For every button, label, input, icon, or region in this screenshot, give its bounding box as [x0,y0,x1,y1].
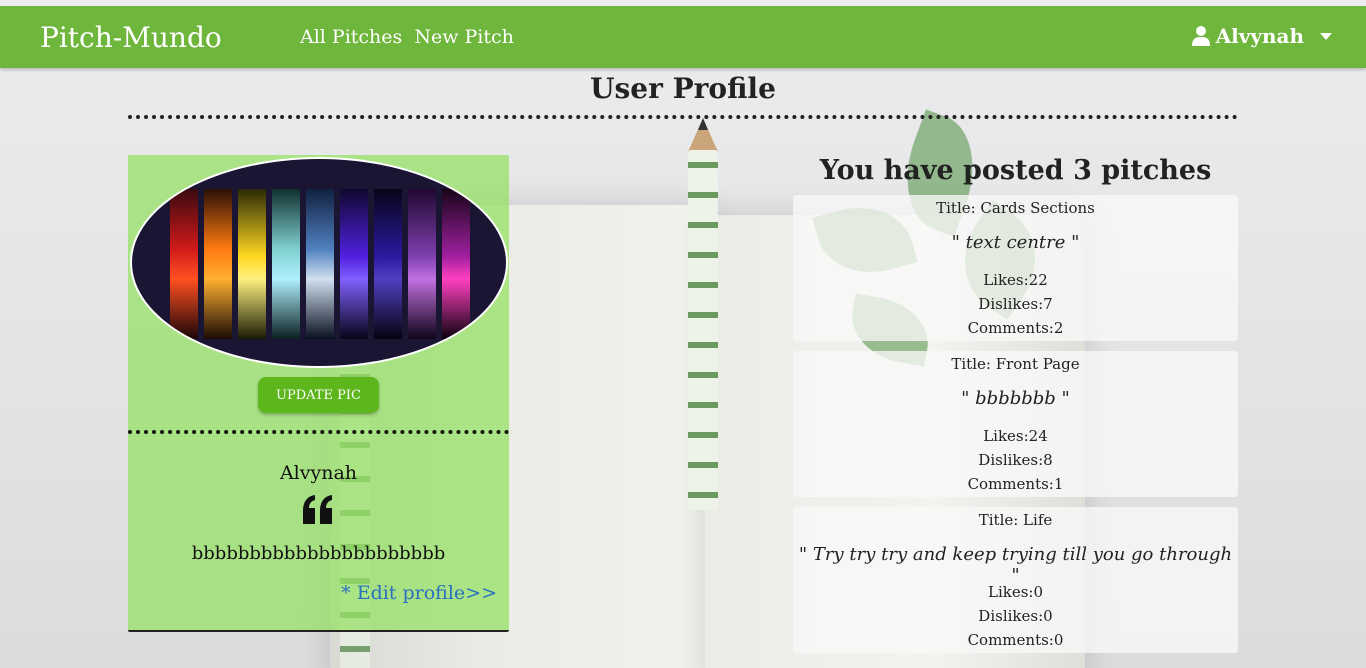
profile-card: UPDATE PIC Alvynah bbbbbbbbbbbbbbbbbbbbb… [128,155,509,632]
pitch-likes: Likes:22 [983,271,1048,289]
brand-logo[interactable]: Pitch-Mundo [40,21,222,54]
card-divider [128,430,509,434]
avatar-stripe [306,189,334,339]
avatar-stripe [442,189,470,339]
pitch-text: " bbbbbbb " [961,388,1070,409]
avatar-stripe [408,189,436,339]
nav-new-pitch[interactable]: New Pitch [414,26,514,48]
chevron-down-icon [1320,32,1332,40]
profile-username: Alvynah [279,462,358,484]
pitch-comments: Comments:0 [967,631,1064,649]
quote-left-icon [303,495,332,524]
user-icon [1191,26,1210,46]
avatar-stripe [374,189,402,339]
pitch-card: Title: Life " Try try try and keep tryin… [793,507,1238,653]
avatar-stripe [238,189,266,339]
pitch-title: Title: Life [978,511,1053,529]
title-divider [128,115,1238,119]
profile-picture [130,157,508,368]
avatar-stripe [340,189,368,339]
pitch-title: Title: Front Page [951,355,1080,373]
avatar-stripe [204,189,232,339]
user-name: Alvynah [1215,24,1304,48]
page-title: User Profile [590,72,776,105]
pitch-dislikes: Dislikes:0 [978,607,1053,625]
pitch-card: Title: Cards Sections " text centre " Li… [793,195,1238,341]
navbar: Pitch-Mundo All Pitches New Pitch Alvyna… [0,6,1366,68]
pitch-likes: Likes:24 [983,427,1048,445]
pitch-comments: Comments:2 [967,319,1064,337]
pitches-heading: You have posted 3 pitches [819,155,1212,186]
profile-bio: bbbbbbbbbbbbbbbbbbbbbb [191,543,446,564]
pitch-dislikes: Dislikes:8 [978,451,1053,469]
nav-all-pitches[interactable]: All Pitches [300,26,402,48]
pitch-title: Title: Cards Sections [936,199,1095,217]
user-dropdown[interactable]: Alvynah [1191,24,1332,48]
pitch-card: Title: Front Page " bbbbbbb " Likes:24 D… [793,351,1238,497]
nav-links: All Pitches New Pitch [300,26,520,48]
pitch-dislikes: Dislikes:7 [978,295,1053,313]
avatar-stripe [170,189,198,339]
avatar-stripe [272,189,300,339]
pitch-text: " Try try try and keep trying till you g… [798,544,1233,586]
pitch-text: " text centre " [951,232,1080,253]
pitch-comments: Comments:1 [967,475,1064,493]
edit-profile-link[interactable]: * Edit profile>> [341,582,497,604]
update-pic-button[interactable]: UPDATE PIC [258,377,379,413]
pitch-likes: Likes:0 [987,583,1044,601]
